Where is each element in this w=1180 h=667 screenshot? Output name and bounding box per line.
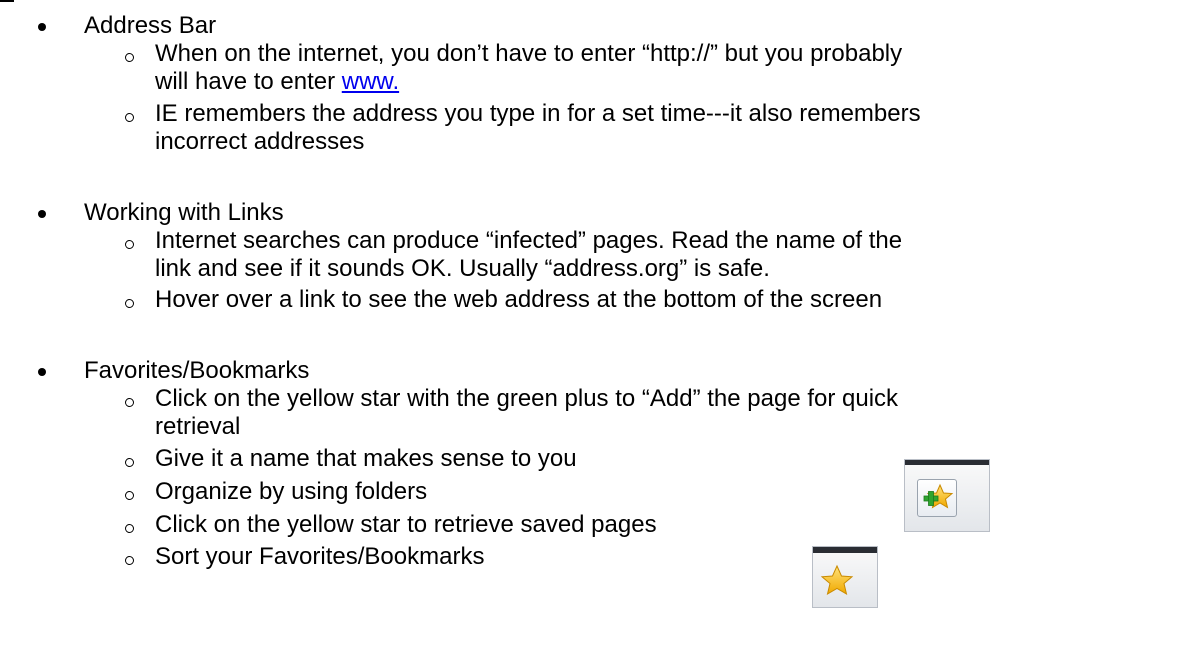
section-title-working-with-links: Working with Links [84, 199, 284, 226]
section-title-address-bar: Address Bar [84, 12, 217, 39]
star-plus-glyph [923, 483, 954, 509]
sub-bullet-circle [125, 524, 134, 533]
icon-button-frame [917, 479, 957, 517]
icon-top-edge [813, 547, 877, 553]
sub-bullet-circle [125, 398, 134, 407]
address-bar-item-2-line-1: IE remembers the address you type in for… [155, 100, 921, 127]
sub-bullet-circle [125, 299, 134, 308]
sub-bullet-circle [125, 458, 134, 467]
section-title-favorites-bookmarks: Favorites/Bookmarks [84, 357, 310, 384]
document-page: Address Bar When on the internet, you do… [0, 0, 1180, 667]
links-item-2-line-1: Hover over a link to see the web address… [155, 286, 883, 313]
www-link[interactable]: www. [342, 68, 399, 95]
sub-bullet-circle [125, 240, 134, 249]
sub-bullet-circle [125, 491, 134, 500]
address-bar-item-1-line-2: will have to enter www. [155, 68, 399, 96]
add-to-favorites-star-plus-icon[interactable] [904, 459, 990, 532]
links-item-1-line-1: Internet searches can produce “infected”… [155, 227, 903, 254]
favorites-item-1-line-2: retrieval [155, 413, 241, 440]
address-bar-item-1-line-1: When on the internet, you don’t have to … [155, 40, 903, 67]
bullet-dot [38, 23, 46, 31]
links-item-1-line-2: link and see if it sounds OK. Usually “a… [155, 255, 770, 282]
cropped-heading-fragment [0, 0, 14, 2]
bullet-dot [38, 210, 46, 218]
favorites-item-2-line-1: Give it a name that makes sense to you [155, 445, 577, 472]
sub-bullet-circle [125, 53, 134, 62]
star-glyph [820, 564, 854, 596]
address-bar-item-2-line-2: incorrect addresses [155, 128, 365, 155]
favorites-item-1-line-1: Click on the yellow star with the green … [155, 385, 899, 412]
address-bar-item-1-text: will have to enter [155, 68, 342, 95]
favorites-star-icon[interactable] [812, 546, 878, 608]
favorites-item-3-line-1: Organize by using folders [155, 478, 428, 505]
bullet-dot [38, 368, 46, 376]
favorites-item-5-line-1: Sort your Favorites/Bookmarks [155, 543, 485, 570]
sub-bullet-circle [125, 556, 134, 565]
favorites-item-4-line-1: Click on the yellow star to retrieve sav… [155, 511, 657, 538]
sub-bullet-circle [125, 113, 134, 122]
icon-top-edge [905, 460, 989, 465]
